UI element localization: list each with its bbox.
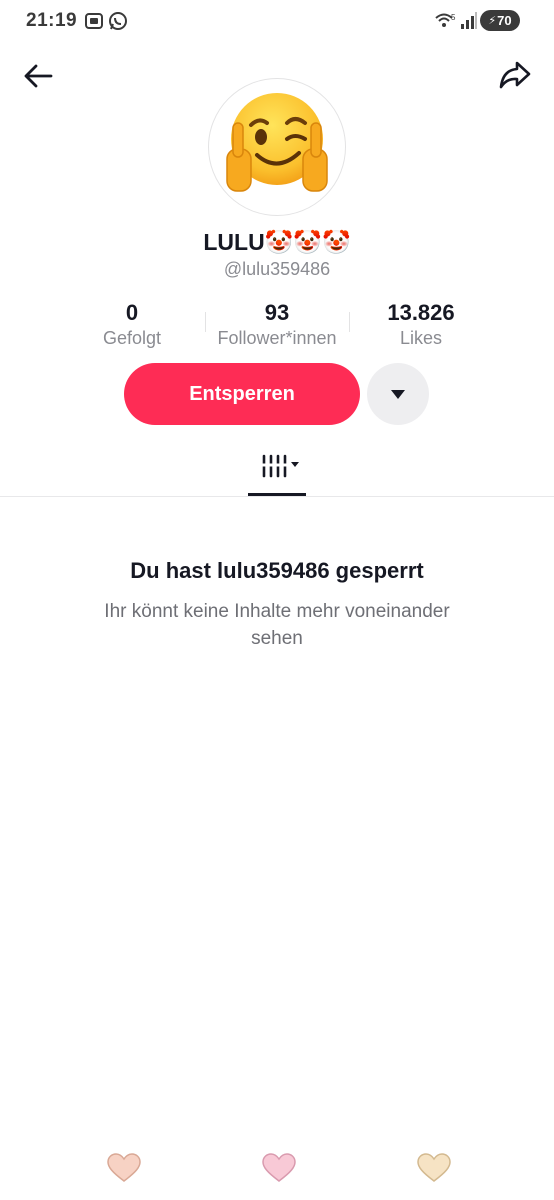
likes-label: Likes <box>399 328 443 348</box>
signal-icon <box>461 12 477 29</box>
back-arrow-icon[interactable] <box>22 60 54 92</box>
active-tab-indicator <box>248 493 306 496</box>
avatar[interactable] <box>208 78 346 216</box>
heart-icon <box>107 1153 141 1182</box>
following-count: 0 <box>125 300 139 325</box>
display-name: LULU🤡🤡🤡 <box>203 229 351 255</box>
unblock-button[interactable]: Entsperren <box>124 363 360 425</box>
caret-down-icon <box>391 390 405 399</box>
screenshot-icon <box>85 13 103 29</box>
blocked-title: Du hast lulu359486 gesperrt <box>130 558 424 583</box>
battery-indicator: ⚡ 70 <box>480 10 520 31</box>
whatsapp-icon <box>109 12 127 30</box>
stat-likes[interactable]: 13.826 Likes <box>346 300 496 350</box>
stat-followers[interactable]: 93 Follower*innen <box>202 300 352 350</box>
username: @lulu359486 <box>223 259 331 279</box>
wifi-icon: 5 <box>435 13 456 27</box>
status-bar: 21:19 5 ⚡ 70 <box>0 0 554 42</box>
more-options-button[interactable] <box>367 363 429 425</box>
blocked-message: Ihr könnt keine Inhalte mehr voneinander… <box>104 601 450 649</box>
followers-label: Follower*innen <box>217 328 337 348</box>
likes-count: 13.826 <box>387 300 455 325</box>
heart-icon <box>417 1153 451 1182</box>
status-time: 21:19 <box>26 10 78 31</box>
stat-following[interactable]: 0 Gefolgt <box>57 300 207 350</box>
winking-face-emoji-icon <box>226 93 328 192</box>
following-label: Gefolgt <box>102 328 162 348</box>
videos-grid-tab-icon[interactable] <box>248 450 306 496</box>
svg-text:5: 5 <box>451 13 456 22</box>
heart-icon <box>262 1153 296 1182</box>
followers-count: 93 <box>264 300 290 325</box>
content-tab-bar <box>0 440 554 497</box>
charging-icon: ⚡ <box>488 15 497 27</box>
share-icon[interactable] <box>498 58 532 92</box>
